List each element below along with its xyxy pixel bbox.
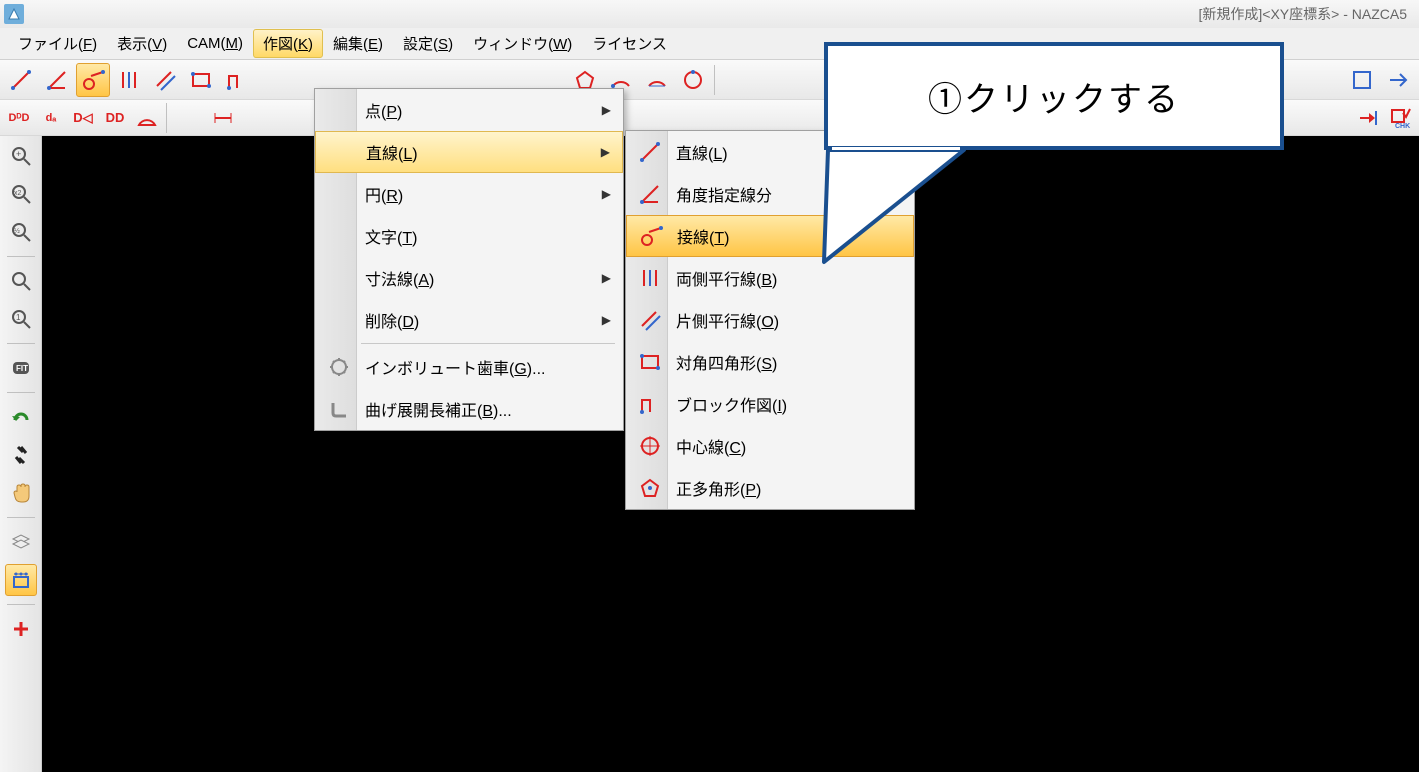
menu-dimension[interactable]: 寸法線(A)▶ — [315, 257, 623, 299]
titlebar: [新規作成]<XY座標系> - NAZCA5 — [0, 0, 1419, 28]
tool-dd-icon[interactable]: DD — [100, 104, 130, 132]
tool-da-icon[interactable]: dₐ — [36, 104, 66, 132]
polygon-icon — [636, 474, 664, 502]
tool-tangent-icon[interactable] — [76, 63, 110, 97]
redo-icon[interactable] — [5, 401, 37, 433]
tool-parallel-one-icon[interactable] — [148, 63, 182, 97]
parallel-both-icon — [636, 264, 664, 292]
app-icon — [4, 4, 24, 24]
menu-delete[interactable]: 削除(D)▶ — [315, 299, 623, 341]
tool-arc2-icon[interactable] — [640, 63, 674, 97]
side-toolbar: + x2 ½ 1 FIT — [0, 136, 42, 772]
bend-icon — [325, 395, 353, 423]
svg-text:CHK: CHK — [1395, 123, 1410, 129]
callout-text: ①クリックする — [824, 42, 1284, 150]
grid-icon[interactable] — [5, 564, 37, 596]
callout-pointer-icon — [814, 146, 974, 266]
zoom-x2-icon[interactable]: x2 — [5, 178, 37, 210]
menu-text[interactable]: 文字(T) — [315, 215, 623, 257]
submenu-parallel-one[interactable]: 片側平行線(O) — [626, 299, 914, 341]
tool-dtriangle-icon[interactable]: D◁ — [68, 104, 98, 132]
tool-angle-line-icon[interactable] — [40, 63, 74, 97]
tool-protractor-icon[interactable] — [132, 104, 162, 132]
submenu-polygon[interactable]: 正多角形(P) — [626, 467, 914, 509]
menu-circle[interactable]: 円(R)▶ — [315, 173, 623, 215]
svg-text:x2: x2 — [14, 190, 22, 197]
tool-ddd-icon[interactable]: DᴰD — [4, 104, 34, 132]
zoom-icon[interactable] — [5, 265, 37, 297]
toolbar-separator — [714, 65, 720, 95]
submenu-rect[interactable]: 対角四角形(S) — [626, 341, 914, 383]
toolbar-separator — [166, 103, 172, 133]
zoom-in-icon[interactable]: + — [5, 140, 37, 172]
menu-settings[interactable]: 設定(S) — [393, 29, 463, 58]
centerline-icon — [636, 432, 664, 460]
svg-text:½: ½ — [14, 227, 20, 235]
zoom-fit-icon[interactable]: FIT — [5, 352, 37, 384]
angle-line-icon — [636, 180, 664, 208]
tool-parallel-both-icon[interactable] — [112, 63, 146, 97]
svg-text:1: 1 — [16, 313, 21, 322]
instruction-callout: ①クリックする — [824, 42, 1284, 150]
svg-text:+: + — [16, 149, 21, 159]
tangent-icon — [637, 222, 665, 250]
menu-draw[interactable]: 作図(K) — [253, 29, 323, 58]
menu-involute-gear[interactable]: インボリュート歯車(G)... — [315, 346, 623, 388]
zoom-half-icon[interactable]: ½ — [5, 216, 37, 248]
refresh-icon[interactable] — [5, 439, 37, 471]
menu-edit[interactable]: 編集(E) — [323, 29, 393, 58]
parallel-one-icon — [636, 306, 664, 334]
menu-license[interactable]: ライセンス — [582, 29, 677, 58]
menu-line[interactable]: 直線(L)▶ — [315, 131, 623, 173]
window-title: [新規作成]<XY座標系> - NAZCA5 — [24, 4, 1415, 24]
draw-dropdown: 点(P)▶ 直線(L)▶ 円(R)▶ 文字(T) 寸法線(A)▶ 削除(D)▶ … — [314, 88, 624, 431]
svg-text:FIT: FIT — [16, 364, 28, 373]
tool-goto-icon[interactable] — [1353, 104, 1383, 132]
menu-file[interactable]: ファイル(F) — [8, 29, 107, 58]
menu-cam[interactable]: CAM(M) — [177, 31, 253, 56]
menu-view[interactable]: 表示(V) — [107, 29, 177, 58]
menu-window[interactable]: ウィンドウ(W) — [463, 29, 582, 58]
pan-icon[interactable] — [5, 477, 37, 509]
tool-chk-icon[interactable]: CHK — [1385, 104, 1415, 132]
tool-rect-icon[interactable] — [184, 63, 218, 97]
tool-block-icon[interactable] — [220, 63, 254, 97]
tool-arrow-icon[interactable] — [1381, 63, 1415, 97]
line-icon — [636, 138, 664, 166]
tool-line-icon[interactable] — [4, 63, 38, 97]
tool-circle-icon[interactable] — [676, 63, 710, 97]
submenu-block[interactable]: ブロック作図(I) — [626, 383, 914, 425]
submenu-centerline[interactable]: 中心線(C) — [626, 425, 914, 467]
add-icon[interactable] — [5, 613, 37, 645]
layers-icon[interactable] — [5, 526, 37, 558]
rect-icon — [636, 348, 664, 376]
tool-fit-icon[interactable] — [1345, 63, 1379, 97]
block-icon — [636, 390, 664, 418]
gear-icon — [325, 353, 353, 381]
tool-dim-icon[interactable] — [208, 104, 238, 132]
menu-point[interactable]: 点(P)▶ — [315, 89, 623, 131]
menu-bend-correction[interactable]: 曲げ展開長補正(B)... — [315, 388, 623, 430]
zoom-1-icon[interactable]: 1 — [5, 303, 37, 335]
